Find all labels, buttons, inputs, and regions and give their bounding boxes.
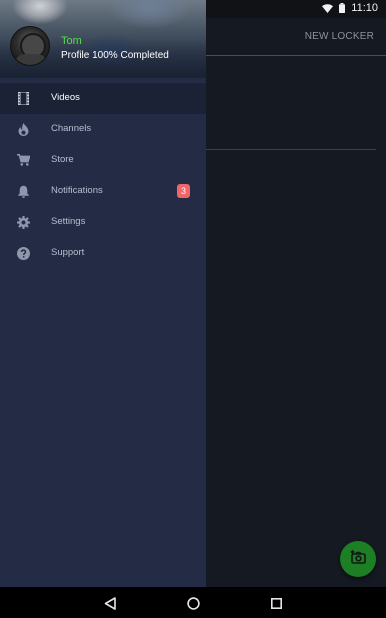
menu-item-label: Support [51,247,85,258]
menu-item-store[interactable]: Store [0,145,206,176]
navigation-drawer: Tom Profile 100% Completed Videos Channe… [0,0,206,587]
menu-item-notifications[interactable]: Notifications 3 [0,176,206,207]
user-name: Tom [61,35,82,47]
menu-item-channels[interactable]: Channels [0,114,206,145]
menu-item-label: Store [51,154,74,165]
content-divider [206,149,376,150]
bell-icon [16,184,30,198]
avatar[interactable] [10,26,50,66]
system-nav-bar [0,587,386,618]
add-photo-fab[interactable] [340,541,376,577]
notifications-badge: 3 [177,184,190,198]
status-icons: 11:10 [322,2,378,14]
menu-item-label: Videos [51,92,80,103]
home-icon[interactable] [185,595,201,611]
help-icon [16,246,30,260]
menu-item-label: Channels [51,123,92,134]
menu-item-label: Notifications [51,185,103,196]
profile-progress: Profile 100% Completed [61,50,169,61]
cart-icon [16,153,30,167]
back-icon[interactable] [102,595,118,611]
menu-item-videos[interactable]: Videos [0,83,206,114]
drawer-menu: Videos Channels Store Notifications 3 Se… [0,83,206,269]
menu-item-settings[interactable]: Settings [0,207,206,238]
drawer-header[interactable]: Tom Profile 100% Completed [0,0,206,78]
camera-add-icon [350,549,366,569]
new-locker-button[interactable]: NEW LOCKER [305,31,374,42]
battery-icon [339,3,346,13]
wifi-icon [322,3,334,13]
recents-icon[interactable] [268,595,284,611]
flame-icon [16,122,30,136]
gear-icon [16,215,30,229]
film-icon [16,91,30,105]
menu-item-label: Settings [51,216,86,227]
menu-item-support[interactable]: Support [0,238,206,269]
status-time: 11:10 [351,2,378,14]
